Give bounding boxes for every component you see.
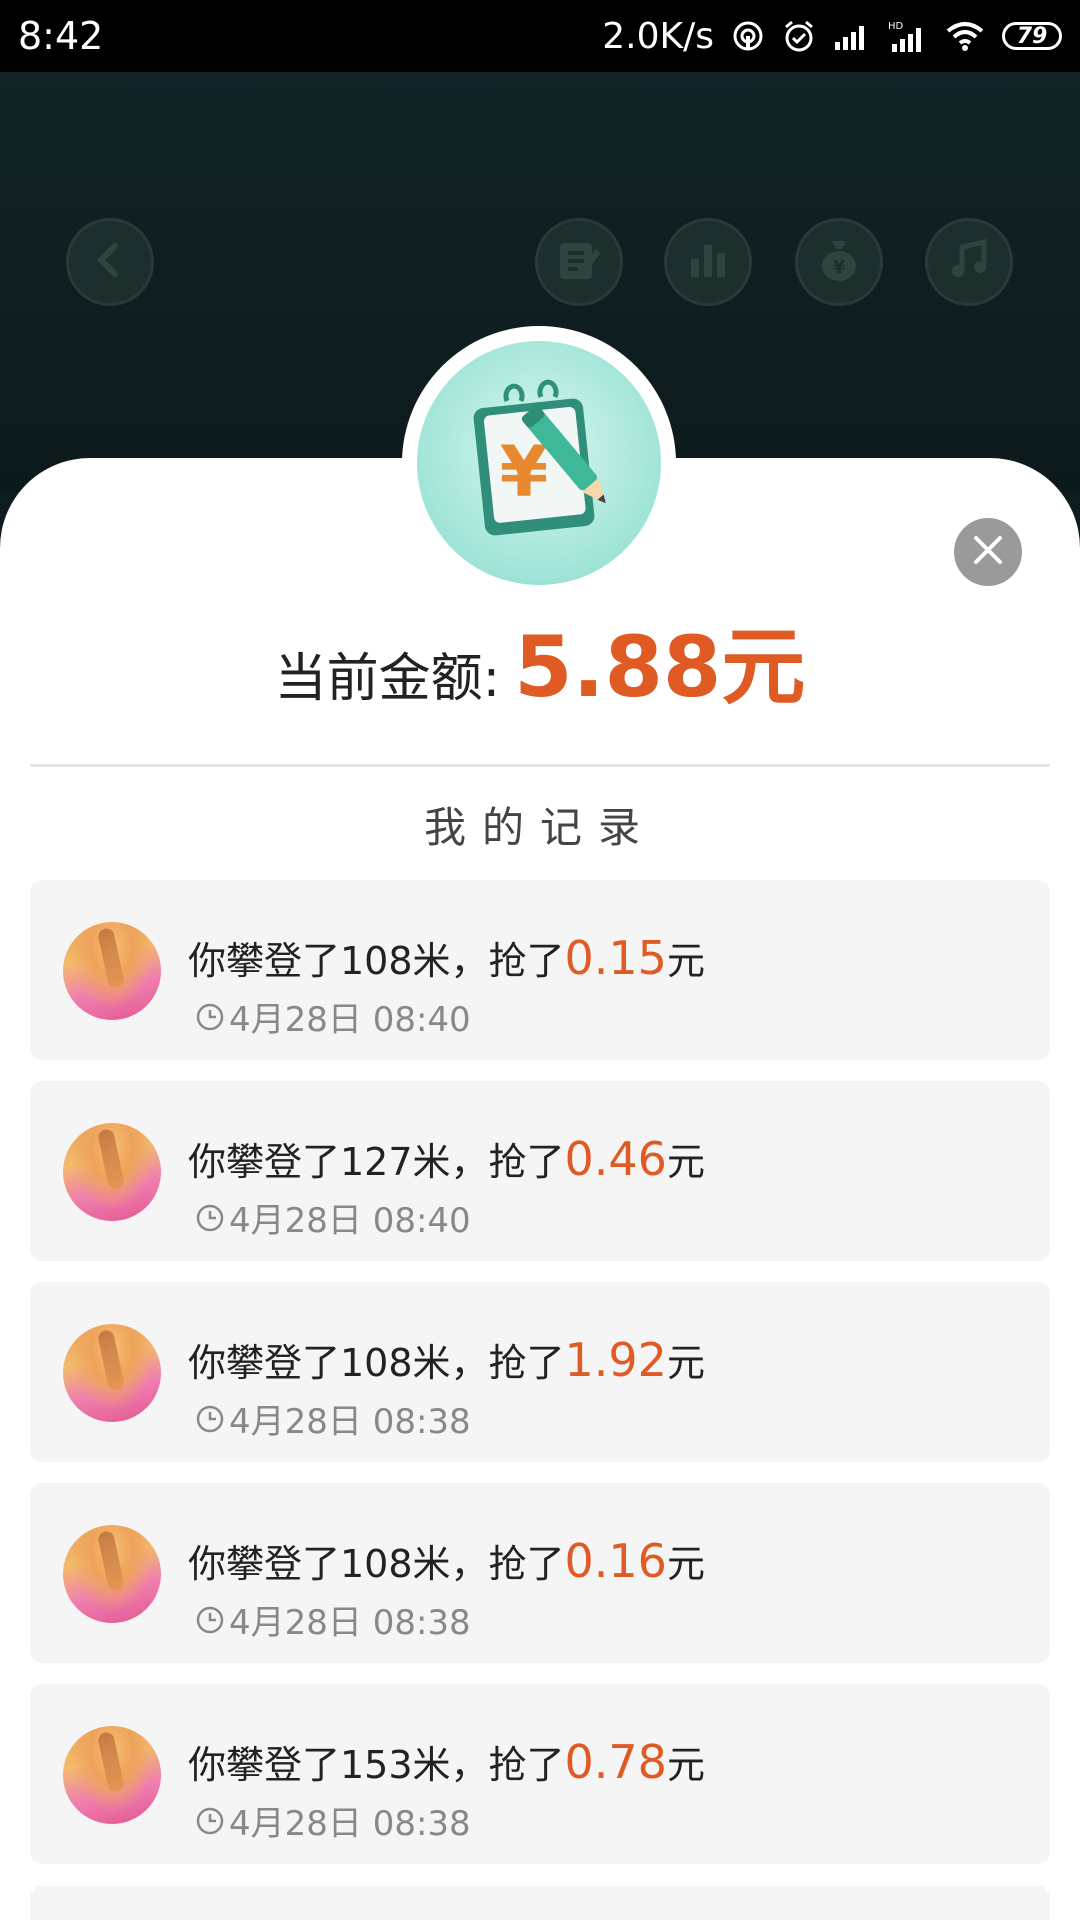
clock-icon xyxy=(195,1605,225,1635)
balance-label: 当前金额: xyxy=(274,649,501,709)
record-unit: 元 xyxy=(666,1341,705,1385)
divider xyxy=(30,764,1050,767)
music-button[interactable] xyxy=(925,218,1013,306)
record-unit: 元 xyxy=(666,1542,705,1586)
wallet-badge: ¥ xyxy=(402,326,676,600)
record-text: 你攀登了108米，抢了0.16元 xyxy=(188,1533,705,1588)
record-amount: 0.78 xyxy=(564,1735,667,1789)
record-amount: 1.92 xyxy=(564,1333,667,1387)
record-desc: 你攀登了108米，抢了 xyxy=(188,1341,565,1385)
notepad-yuan-icon: ¥ xyxy=(449,371,629,555)
record-text: 你攀登了108米，抢了1.92元 xyxy=(188,1332,705,1387)
money-bag-button[interactable]: ¥ xyxy=(795,218,883,306)
record-item: 你攀登了108米，抢了0.15元 4月28日 08:40 xyxy=(30,880,1050,1060)
back-button[interactable] xyxy=(66,218,154,306)
record-amount: 0.15 xyxy=(564,931,667,985)
svg-text:¥: ¥ xyxy=(833,257,846,278)
chart-button[interactable] xyxy=(664,218,752,306)
record-time: 4月28日 08:40 xyxy=(195,1193,471,1242)
balance-row: 当前金额: 5.88元 xyxy=(0,600,1080,721)
clock-icon xyxy=(195,1203,225,1233)
back-icon xyxy=(90,240,130,284)
status-time: 8:42 xyxy=(18,14,104,58)
record-time: 4月28日 08:38 xyxy=(195,1796,471,1845)
record-text: 你攀登了108米，抢了0.15元 xyxy=(188,930,705,985)
avatar xyxy=(63,1324,161,1422)
note-button[interactable] xyxy=(535,218,623,306)
record-text: 你攀登了153米，抢了0.78元 xyxy=(188,1734,705,1789)
record-desc: 你攀登了127米，抢了 xyxy=(188,1140,565,1184)
wifi-icon xyxy=(946,21,984,51)
record-desc: 你攀登了153米，抢了 xyxy=(188,1743,565,1787)
money-bag-icon: ¥ xyxy=(814,235,864,289)
record-item: 你攀登了108米，抢了1.92元 4月28日 08:38 xyxy=(30,1282,1050,1462)
status-icons: 2.0K/s HD 79 xyxy=(602,16,1062,57)
close-icon xyxy=(968,530,1008,574)
chart-icon xyxy=(685,237,731,287)
record-desc: 你攀登了108米，抢了 xyxy=(188,939,565,983)
svg-text:¥: ¥ xyxy=(500,431,549,513)
record-time-text: 4月28日 08:38 xyxy=(229,1603,471,1643)
hotspot-icon xyxy=(732,20,764,52)
svg-text:HD: HD xyxy=(888,21,904,32)
alarm-icon xyxy=(782,19,816,53)
record-time: 4月28日 08:38 xyxy=(195,1394,471,1443)
clock-icon xyxy=(195,1404,225,1434)
record-text: 你攀登了127米，抢了0.46元 xyxy=(188,1131,705,1186)
record-time-text: 4月28日 08:38 xyxy=(229,1804,471,1844)
balance-value: 5.88元 xyxy=(514,618,806,716)
net-speed: 2.0K/s xyxy=(602,15,714,57)
hd-signal-icon: HD xyxy=(888,20,928,52)
record-time-text: 4月28日 08:40 xyxy=(229,1201,471,1241)
record-item: 你攀登了153米，抢了0.78元 4月28日 08:38 xyxy=(30,1684,1050,1864)
music-icon xyxy=(946,237,992,287)
avatar xyxy=(63,922,161,1020)
record-item: 你攀登了108米，抢了0.16元 4月28日 08:38 xyxy=(30,1483,1050,1663)
avatar xyxy=(63,1123,161,1221)
avatar xyxy=(63,1726,161,1824)
record-time: 4月28日 08:38 xyxy=(195,1595,471,1644)
record-time: 4月28日 08:40 xyxy=(195,992,471,1041)
record-time-text: 4月28日 08:38 xyxy=(229,1402,471,1442)
avatar xyxy=(63,1525,161,1623)
status-bar: 8:42 2.0K/s HD 79 xyxy=(0,0,1080,72)
record-amount: 0.16 xyxy=(564,1534,667,1588)
close-button[interactable] xyxy=(954,518,1022,586)
clock-icon xyxy=(195,1806,225,1836)
signal-icon xyxy=(834,22,870,50)
record-item xyxy=(30,1886,1050,1920)
note-icon xyxy=(554,235,604,289)
record-item: 你攀登了127米，抢了0.46元 4月28日 08:40 xyxy=(30,1081,1050,1261)
record-desc: 你攀登了108米，抢了 xyxy=(188,1542,565,1586)
record-amount: 0.46 xyxy=(564,1132,667,1186)
record-unit: 元 xyxy=(666,939,705,983)
record-unit: 元 xyxy=(666,1743,705,1787)
battery-icon: 79 xyxy=(1002,22,1062,50)
record-unit: 元 xyxy=(666,1140,705,1184)
section-title: 我的记录 xyxy=(423,803,656,852)
clock-icon xyxy=(195,1002,225,1032)
record-time-text: 4月28日 08:40 xyxy=(229,1000,471,1040)
